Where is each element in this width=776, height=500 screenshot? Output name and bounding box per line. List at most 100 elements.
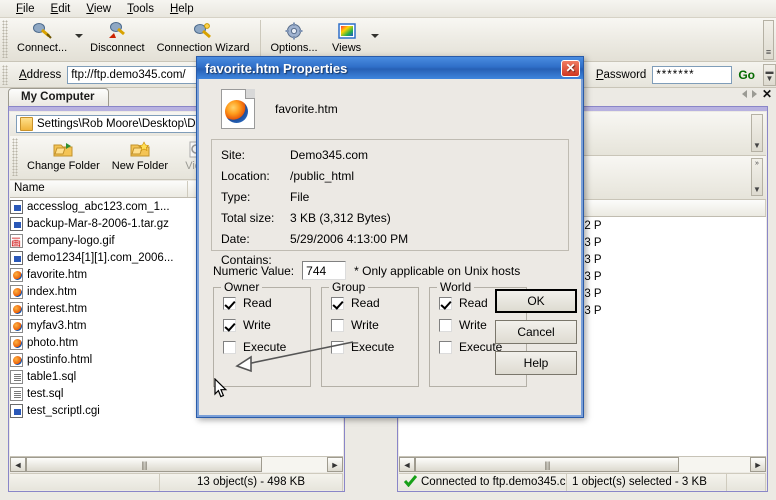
- checkbox-label: Write: [459, 318, 487, 332]
- scroll-right-icon[interactable]: ►: [750, 457, 766, 472]
- dialog-file-header: favorite.htm: [221, 89, 338, 129]
- checkbox-owner-execute[interactable]: [223, 340, 236, 354]
- plug-disconnect-icon: [107, 21, 127, 41]
- addressbar-overflow-button[interactable]: ▬ ▼: [763, 63, 776, 86]
- permission-group-owner: Owner Read Write Execute: [213, 280, 311, 387]
- change-folder-button[interactable]: Change Folder: [21, 136, 106, 172]
- views-dropdown[interactable]: [370, 34, 381, 38]
- file-name-text: test.sql: [27, 387, 64, 400]
- file-name-text: interest.htm: [27, 302, 88, 315]
- remote-scroll-track[interactable]: [679, 457, 750, 472]
- tab-next-icon[interactable]: [751, 90, 757, 98]
- checkbox-label: Execute: [351, 340, 395, 354]
- menu-edit[interactable]: Edit: [43, 2, 79, 16]
- addressbar-grip[interactable]: [2, 64, 8, 85]
- checkbox-group-execute[interactable]: [331, 340, 344, 354]
- checkbox-group-write[interactable]: [331, 318, 344, 332]
- permission-group-group: Group Read Write Execute: [321, 280, 419, 387]
- checkbox-owner-read[interactable]: [223, 296, 236, 310]
- checkbox-group-read[interactable]: [331, 296, 344, 310]
- menu-help[interactable]: Help: [162, 2, 202, 16]
- connect-button[interactable]: Connect...: [11, 18, 73, 54]
- menu-file[interactable]: File: [8, 2, 43, 16]
- local-path-value: Settings\Rob Moore\Desktop\Dem: [37, 118, 212, 130]
- new-folder-button[interactable]: New Folder: [106, 136, 174, 172]
- file-name-text: test_scriptl.cgi: [27, 404, 100, 417]
- scroll-left-icon[interactable]: ◄: [10, 457, 26, 472]
- gif-file-icon: [10, 233, 23, 248]
- info-value: Demo345.com: [290, 147, 369, 162]
- remote-scroll-thumb[interactable]: ||||: [415, 457, 679, 472]
- checkbox-row-read[interactable]: Read: [331, 296, 418, 310]
- connection-wizard-button[interactable]: Connection Wizard: [151, 18, 256, 54]
- toolbar-overflow-button[interactable]: ≡: [763, 20, 774, 60]
- checkbox-world-write[interactable]: [439, 318, 452, 332]
- menu-tools[interactable]: Tools: [119, 2, 162, 16]
- views-button[interactable]: Views: [324, 18, 370, 54]
- remote-toolbar-overflow-button[interactable]: ▼: [751, 114, 763, 152]
- info-row: Site: Demo345.com: [212, 144, 568, 165]
- tab-close-icon[interactable]: ✕: [762, 88, 772, 100]
- scroll-right-icon[interactable]: ►: [327, 457, 343, 472]
- dialog-body: favorite.htm Site: Demo345.com Location: /p…: [197, 79, 583, 417]
- info-row: Date: 5/29/2006 4:13:00 PM: [212, 228, 568, 249]
- file-name-text: index.htm: [27, 285, 77, 298]
- checkbox-label: Write: [351, 318, 379, 332]
- toolbar-grip[interactable]: [2, 20, 8, 58]
- checkbox-row-execute[interactable]: Execute: [223, 340, 310, 354]
- info-row: Location: /public_html: [212, 165, 568, 186]
- cancel-button[interactable]: Cancel: [495, 320, 577, 344]
- local-scroll-track[interactable]: [262, 457, 327, 472]
- file-name-cell: backup-Mar-8-2006-1.tar.gz: [10, 216, 188, 231]
- checkbox-row-read[interactable]: Read: [223, 296, 310, 310]
- password-input[interactable]: *******: [652, 65, 733, 84]
- numeric-value-input[interactable]: 744: [302, 261, 347, 280]
- menu-view[interactable]: View: [78, 2, 119, 16]
- info-value: File: [290, 189, 310, 204]
- new-folder-icon: [130, 139, 150, 159]
- options-button[interactable]: Options...: [265, 18, 324, 54]
- info-label: Date:: [221, 231, 250, 246]
- chevron-down-icon: [74, 34, 83, 38]
- go-button[interactable]: Go: [732, 68, 761, 82]
- remote-status-connection: Connected to ftp.demo345.c: [399, 473, 567, 491]
- remote-toolbar-scroll-button[interactable]: » ▼: [751, 158, 763, 196]
- connect-label: Connect...: [17, 42, 68, 54]
- help-button[interactable]: Help: [495, 351, 577, 375]
- local-hscrollbar[interactable]: ◄ |||| ►: [10, 456, 343, 472]
- checkbox-world-read[interactable]: [439, 296, 452, 310]
- scroll-left-icon[interactable]: ◄: [399, 457, 415, 472]
- local-scroll-thumb[interactable]: ||||: [26, 457, 262, 472]
- file-name-cell: interest.htm: [10, 301, 188, 316]
- file-name-cell: favorite.htm: [10, 267, 188, 282]
- file-name-cell: demo1234[1][1].com_2006...: [10, 250, 188, 265]
- info-row: Type: File: [212, 186, 568, 207]
- new-folder-label: New Folder: [111, 160, 169, 172]
- info-value: 5/29/2006 4:13:00 PM: [290, 231, 409, 246]
- dialog-close-button[interactable]: ✕: [561, 59, 580, 77]
- column-header-name[interactable]: Name: [10, 181, 188, 197]
- file-name-cell: postinfo.html: [10, 352, 188, 367]
- sql-file-icon: [10, 386, 23, 401]
- checkbox-owner-write[interactable]: [223, 318, 236, 332]
- local-status-objects: 13 object(s) - 498 KB: [160, 473, 343, 491]
- connect-dropdown[interactable]: [73, 34, 84, 38]
- views-label: Views: [332, 42, 362, 54]
- disconnect-button[interactable]: Disconnect: [84, 18, 150, 54]
- remote-status-blank: [727, 473, 766, 491]
- tab-prev-icon[interactable]: [741, 90, 747, 98]
- checkbox-row-write[interactable]: Write: [331, 318, 418, 332]
- info-value: 3 KB (3,312 Bytes): [290, 210, 391, 225]
- local-toolbar-grip[interactable]: [12, 138, 18, 176]
- numeric-value-row: Numeric Value: 744 * Only applicable on …: [213, 261, 520, 280]
- permission-group-label: World: [437, 280, 475, 294]
- ok-button[interactable]: OK: [495, 289, 577, 313]
- file-name-text: company-logo.gif: [27, 234, 115, 247]
- dialog-title-bar[interactable]: favorite.htm Properties ✕: [197, 57, 583, 79]
- checkbox-world-execute[interactable]: [439, 340, 452, 354]
- tab-my-computer[interactable]: My Computer: [8, 88, 110, 107]
- checkbox-row-write[interactable]: Write: [223, 318, 310, 332]
- checkbox-row-execute[interactable]: Execute: [331, 340, 418, 354]
- views-icon: [337, 21, 356, 41]
- remote-hscrollbar[interactable]: ◄ |||| ►: [399, 456, 766, 472]
